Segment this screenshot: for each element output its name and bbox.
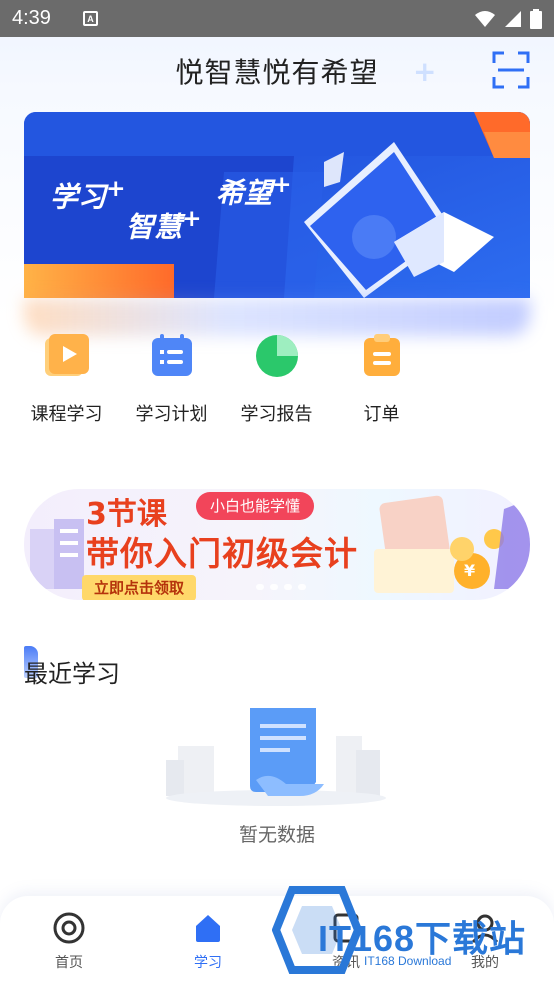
home-circle-icon [53, 912, 85, 944]
wifi-icon [475, 10, 495, 27]
quick-action-label: 学习计划 [135, 404, 208, 425]
quick-action-plan[interactable]: 学习计划 [119, 330, 224, 430]
quick-action-report[interactable]: 学习报告 [224, 330, 329, 430]
status-bar: 4:39 A [0, 0, 554, 37]
status-time: 4:39 [12, 7, 51, 29]
quick-action-label: 课程学习 [30, 404, 103, 425]
pie-chart-icon [256, 335, 298, 377]
video-play-icon [45, 334, 89, 376]
empty-state-illustration [166, 708, 386, 806]
banner-plus: + [106, 174, 126, 202]
carousel-dot [298, 584, 306, 590]
promo-tag: 小白也能学懂 [196, 492, 315, 520]
quick-action-order[interactable]: 订单 [329, 330, 434, 430]
nav-label: 首页 [55, 955, 83, 971]
carousel-dot [256, 584, 264, 590]
signal-icon [505, 10, 521, 27]
status-icons [474, 8, 542, 29]
banner-text-wisdom: 智慧 [126, 210, 183, 244]
nav-item-home[interactable]: 首页 [19, 896, 119, 984]
banner-text-hope: 希望 [216, 176, 273, 210]
banner-plus: + [182, 204, 202, 232]
carousel-indicator [256, 584, 306, 590]
learn-house-icon [196, 915, 220, 942]
nav-label: 学习 [194, 955, 222, 971]
banner-text-learning: 学习 [50, 180, 107, 214]
decorative-plus-icon: + [413, 55, 437, 88]
app-header: 悦智慧悦有希望 + [0, 37, 554, 105]
promo-cta-button[interactable]: 立即点击领取 [82, 575, 197, 600]
quick-actions: 课程学习 学习计划 学习报告 订单 [14, 330, 434, 430]
scan-icon[interactable] [492, 51, 530, 89]
notification-a-icon: A [82, 11, 98, 26]
nav-item-learn[interactable]: 学习 [158, 896, 258, 984]
promo-banner[interactable]: 3节课 小白也能学懂 带你入门初级会计 立即点击领取 ¥ [24, 489, 530, 600]
banner-plus: + [272, 170, 292, 198]
battery-icon [530, 8, 542, 29]
quick-action-label: 学习报告 [240, 404, 313, 425]
watermark: IT168下载站 IT168 Download [272, 882, 550, 974]
watermark-subtitle: IT168 Download [364, 954, 452, 968]
currency-symbol: ¥ [464, 561, 476, 580]
quick-action-label: 订单 [363, 404, 400, 425]
recent-section-title: 最近学习 [24, 660, 120, 688]
promo-title-line2: 带你入门初级会计 [86, 534, 358, 573]
quick-action-course[interactable]: 课程学习 [14, 330, 119, 430]
page-title: 悦智慧悦有希望 [175, 56, 379, 89]
clipboard-icon [364, 334, 400, 376]
empty-state-text: 暂无数据 [238, 824, 315, 846]
carousel-dot [270, 584, 278, 590]
main-banner[interactable]: 学习+ 智慧+ 希望+ [24, 112, 530, 298]
calendar-list-icon [152, 334, 192, 376]
carousel-dot [284, 584, 292, 590]
